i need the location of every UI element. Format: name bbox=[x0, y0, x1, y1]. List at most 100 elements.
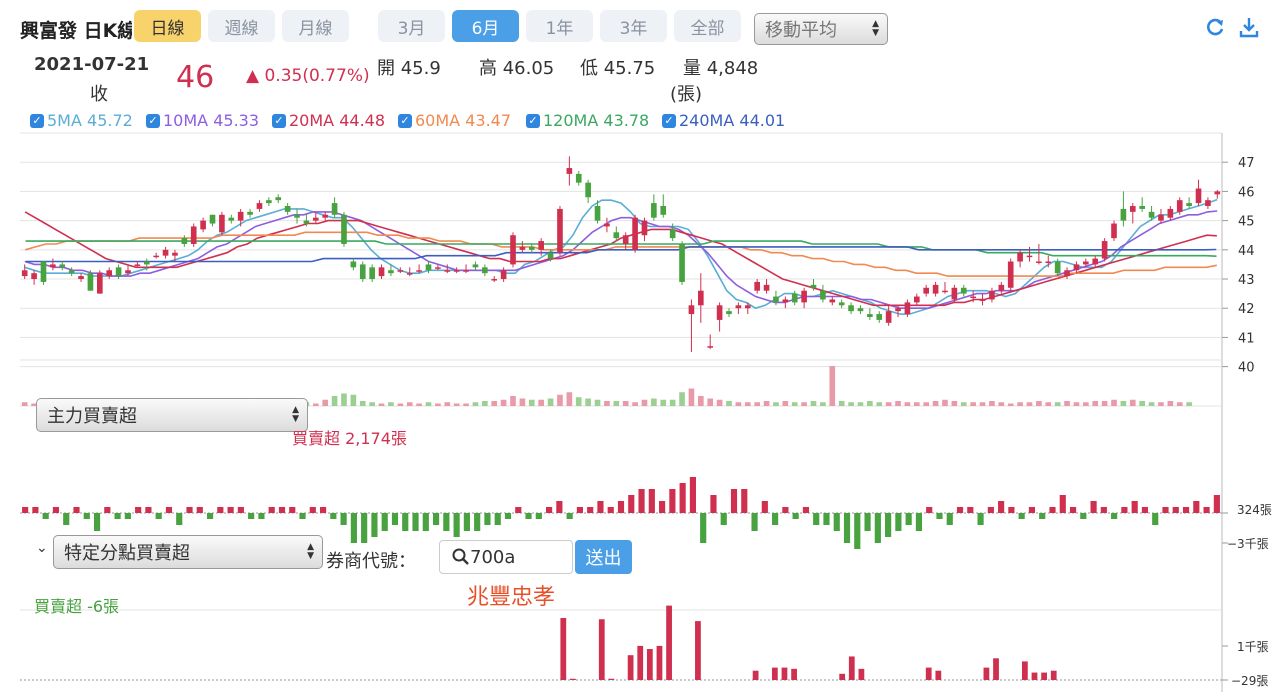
net-bar bbox=[813, 513, 820, 525]
volume-bar bbox=[435, 403, 441, 406]
broker-code-input[interactable]: 700a bbox=[439, 540, 573, 574]
volume-bar bbox=[463, 403, 469, 406]
branch-net-bar bbox=[983, 667, 990, 680]
net-bar bbox=[556, 501, 563, 513]
net-bar bbox=[515, 507, 522, 513]
net-bar bbox=[1152, 513, 1159, 525]
net-bar bbox=[186, 507, 193, 513]
net-bar bbox=[248, 513, 255, 519]
volume-bar bbox=[350, 394, 357, 406]
net-bar bbox=[936, 513, 943, 519]
collapse-chevron-icon[interactable]: ⌄ bbox=[36, 540, 48, 556]
candle-body bbox=[1195, 188, 1202, 204]
net-bar bbox=[730, 489, 738, 513]
main-force-tick-label: 324張 bbox=[1237, 503, 1272, 517]
candle-body bbox=[547, 252, 554, 259]
candle-body bbox=[669, 229, 676, 239]
price-tick-label: 40 bbox=[1238, 361, 1255, 376]
volume-bar bbox=[359, 401, 366, 406]
candle-body bbox=[528, 246, 535, 250]
volume-bar bbox=[820, 402, 826, 406]
candle-body bbox=[519, 246, 526, 250]
volume-bar bbox=[1007, 403, 1014, 406]
branch-net-bar bbox=[695, 621, 701, 680]
net-bar bbox=[1213, 495, 1220, 513]
kline-chart[interactable]: 47 46 45 44 43 42 41 40 324張 −3千張 1千張 −29張 bbox=[0, 0, 1280, 692]
candle-body bbox=[660, 206, 667, 215]
candle-body bbox=[707, 346, 714, 348]
branch-net-bar bbox=[1021, 661, 1028, 680]
broker-code-value: 700a bbox=[470, 546, 516, 568]
volume-bar bbox=[1148, 402, 1155, 406]
candle-body bbox=[1120, 208, 1127, 221]
net-bar bbox=[494, 513, 501, 525]
submit-button[interactable]: 送出 bbox=[575, 540, 632, 574]
volume-bar bbox=[341, 393, 347, 406]
net-bar bbox=[741, 489, 748, 513]
volume-bar bbox=[876, 402, 883, 406]
candle-body bbox=[369, 267, 375, 280]
candle-body bbox=[472, 264, 479, 268]
net-bar bbox=[402, 513, 409, 531]
candle-body bbox=[791, 293, 798, 303]
candle-body bbox=[115, 267, 122, 277]
candle-body bbox=[1101, 241, 1108, 259]
volume-bar bbox=[604, 401, 610, 406]
net-bar bbox=[145, 507, 152, 513]
candle-body bbox=[575, 173, 582, 183]
volume-bar bbox=[763, 401, 770, 406]
volume-bar bbox=[782, 401, 789, 406]
candle-body bbox=[829, 299, 836, 303]
net-bar bbox=[895, 513, 902, 531]
net-bar bbox=[73, 507, 80, 513]
volume-bar bbox=[416, 403, 422, 406]
net-bar bbox=[289, 507, 296, 513]
candle-body bbox=[744, 305, 751, 309]
main-force-select[interactable]: 主力買賣超 ▲ ▼ bbox=[36, 398, 308, 432]
main-force-select-value: 主力買賣超 bbox=[47, 406, 137, 427]
price-tick-label: 44 bbox=[1238, 244, 1255, 259]
volume-bar bbox=[942, 399, 948, 406]
volume-bar bbox=[1101, 401, 1108, 406]
volume-bar bbox=[970, 402, 976, 406]
price-tick-label: 46 bbox=[1238, 185, 1255, 200]
candle-body bbox=[378, 267, 385, 277]
net-bar bbox=[63, 513, 70, 525]
net-bar bbox=[1039, 513, 1046, 519]
candle-body bbox=[172, 252, 178, 256]
branch-net-bar bbox=[771, 667, 778, 680]
branch-select[interactable]: 特定分點買賣超 ▲ ▼ bbox=[53, 535, 323, 569]
candle-body bbox=[1045, 261, 1052, 263]
candle-body bbox=[106, 270, 113, 277]
net-bar bbox=[1131, 501, 1138, 513]
net-bar bbox=[977, 513, 984, 525]
net-bar bbox=[833, 513, 840, 531]
branch-net-bar bbox=[848, 656, 855, 680]
candle-body bbox=[425, 264, 432, 271]
candle-body bbox=[303, 220, 310, 224]
volume-bar bbox=[322, 399, 329, 406]
volume-bar bbox=[444, 402, 451, 406]
net-bar bbox=[546, 507, 553, 513]
net-bar bbox=[679, 483, 686, 513]
volume-bar bbox=[1083, 402, 1089, 406]
candle-body bbox=[1007, 261, 1014, 288]
net-bar bbox=[52, 507, 60, 513]
candle-body bbox=[876, 314, 883, 320]
volume-bar bbox=[510, 396, 516, 406]
net-bar bbox=[607, 507, 614, 513]
candle-body bbox=[960, 287, 967, 294]
net-bar bbox=[474, 513, 481, 531]
volume-bar bbox=[867, 401, 873, 406]
volume-bar bbox=[500, 399, 507, 406]
volume-bar bbox=[960, 402, 967, 406]
net-bar bbox=[638, 489, 645, 513]
net-bar bbox=[93, 513, 101, 531]
candle-body bbox=[698, 290, 704, 306]
net-bar bbox=[782, 507, 789, 513]
candle-body bbox=[688, 305, 695, 315]
net-bar bbox=[751, 513, 758, 531]
main-force-tick-label: −3千張 bbox=[1227, 537, 1269, 551]
candle-body bbox=[68, 270, 75, 274]
net-bar bbox=[1141, 507, 1149, 513]
